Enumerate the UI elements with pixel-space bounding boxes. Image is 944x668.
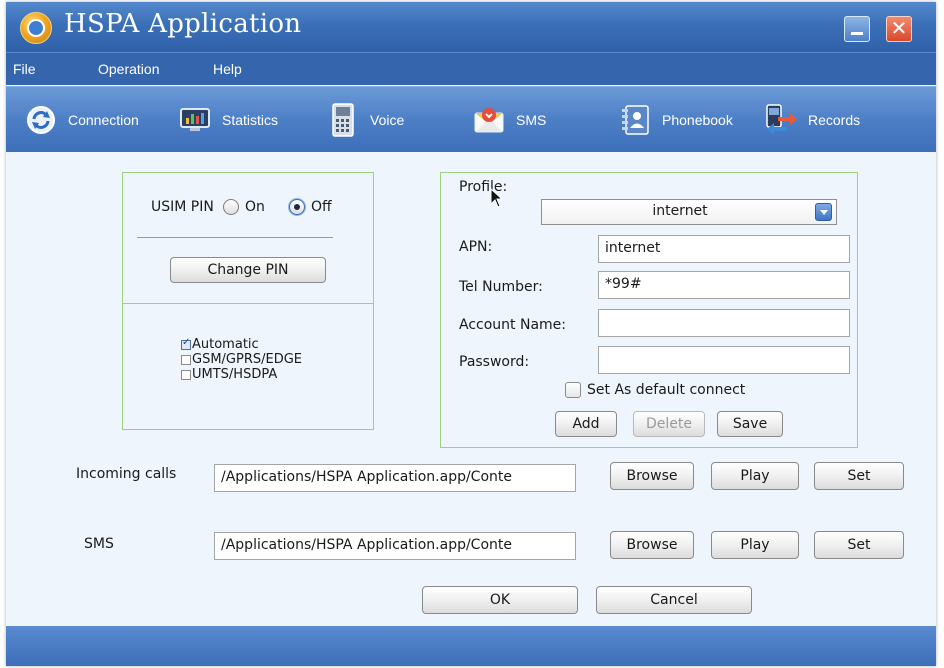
- sms-tone-label: SMS: [84, 536, 114, 552]
- profile-panel: Profile: internet APN: internet Tel Numb…: [440, 172, 858, 448]
- records-icon: [764, 103, 798, 137]
- pin-off-radio[interactable]: [289, 199, 305, 215]
- title-bar: HSPA Application ✕: [6, 2, 936, 52]
- settings-content: USIM PIN On Off Change PIN Automatic GSM…: [6, 152, 936, 626]
- phonebook-icon: [618, 103, 652, 137]
- default-connect-checkbox[interactable]: [565, 382, 581, 398]
- toolbar-voice-label: Voice: [370, 112, 405, 128]
- toolbar-voice[interactable]: Voice: [326, 87, 404, 153]
- incoming-set-button[interactable]: Set: [814, 462, 904, 490]
- toolbar-phonebook-label: Phonebook: [662, 112, 733, 128]
- chevron-down-icon: [815, 203, 832, 221]
- gsm-gprs-edge-checkbox[interactable]: [181, 355, 191, 365]
- incoming-browse-button[interactable]: Browse: [610, 462, 694, 490]
- tel-number-input[interactable]: *99#: [598, 271, 850, 299]
- menu-file[interactable]: File: [13, 61, 36, 77]
- pin-on-radio[interactable]: [223, 199, 239, 215]
- umts-hsdpa-label: UMTS/HSDPA: [192, 367, 278, 382]
- cancel-button[interactable]: Cancel: [596, 586, 752, 614]
- minimize-icon: [851, 32, 863, 35]
- incoming-calls-label: Incoming calls: [76, 466, 177, 482]
- default-connect-label: Set As default connect: [587, 382, 746, 398]
- window-title: HSPA Application: [64, 9, 302, 39]
- apn-label: APN:: [459, 239, 493, 255]
- pin-panel: USIM PIN On Off Change PIN: [122, 172, 374, 304]
- add-profile-button[interactable]: Add: [555, 411, 617, 437]
- automatic-label: Automatic: [192, 337, 259, 352]
- mouse-cursor-icon: [490, 188, 504, 208]
- umts-hsdpa-checkbox[interactable]: [181, 370, 191, 380]
- sms-icon: [472, 103, 506, 137]
- sms-play-button[interactable]: Play: [711, 531, 799, 559]
- pin-off-label: Off: [311, 199, 332, 215]
- usim-pin-label: USIM PIN: [151, 199, 214, 215]
- network-mode-panel: Automatic GSM/GPRS/EDGE UMTS/HSDPA: [122, 303, 374, 430]
- app-logo-icon: [20, 12, 52, 44]
- connection-icon: [24, 103, 58, 137]
- pin-on-label: On: [245, 199, 265, 215]
- toolbar-records[interactable]: Records: [764, 87, 860, 153]
- tel-number-label: Tel Number:: [459, 279, 543, 295]
- password-label: Password:: [459, 354, 530, 370]
- toolbar-statistics[interactable]: Statistics: [178, 87, 278, 153]
- app-window: HSPA Application ✕ File Operation Help C…: [6, 2, 936, 666]
- toolbar-records-label: Records: [808, 112, 861, 128]
- password-input[interactable]: [598, 346, 850, 374]
- menu-operation[interactable]: Operation: [98, 61, 159, 77]
- close-button[interactable]: ✕: [886, 16, 912, 42]
- minimize-button[interactable]: [844, 16, 870, 42]
- sms-set-button[interactable]: Set: [814, 531, 904, 559]
- close-icon: ✕: [890, 16, 908, 40]
- profile-select[interactable]: internet: [541, 199, 837, 225]
- toolbar-connection-label: Connection: [68, 112, 139, 128]
- menu-bar: File Operation Help: [6, 52, 936, 85]
- save-profile-button[interactable]: Save: [717, 411, 783, 437]
- sms-browse-button[interactable]: Browse: [610, 531, 694, 559]
- toolbar-sms-label: SMS: [516, 112, 547, 128]
- toolbar-sms[interactable]: SMS: [472, 87, 546, 153]
- delete-profile-button[interactable]: Delete: [633, 411, 705, 437]
- incoming-play-button[interactable]: Play: [711, 462, 799, 490]
- change-pin-button[interactable]: Change PIN: [170, 257, 326, 283]
- gsm-gprs-edge-label: GSM/GPRS/EDGE: [192, 352, 303, 367]
- toolbar-statistics-label: Statistics: [222, 112, 279, 128]
- apn-input[interactable]: internet: [598, 235, 850, 263]
- account-name-label: Account Name:: [459, 317, 566, 333]
- voice-icon: [326, 103, 360, 137]
- menu-help[interactable]: Help: [213, 61, 242, 77]
- toolbar-phonebook[interactable]: Phonebook: [618, 87, 733, 153]
- account-name-input[interactable]: [598, 309, 850, 337]
- toolbar-connection[interactable]: Connection: [24, 87, 139, 153]
- sms-tone-path-input[interactable]: /Applications/HSPA Application.app/Conte: [214, 532, 576, 560]
- profile-selected: internet: [652, 203, 708, 219]
- status-bar: [6, 626, 936, 666]
- ok-button[interactable]: OK: [422, 586, 578, 614]
- automatic-checkbox[interactable]: [181, 337, 191, 350]
- statistics-icon: [178, 103, 212, 137]
- pin-divider: [137, 237, 333, 238]
- toolbar: Connection Statistics Voice SMS Phoneboo…: [6, 86, 936, 153]
- incoming-calls-path-input[interactable]: /Applications/HSPA Application.app/Conte: [214, 464, 576, 492]
